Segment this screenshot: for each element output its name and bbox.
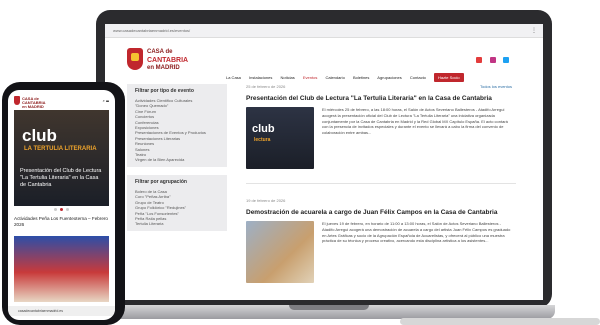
device-shadow <box>400 318 600 325</box>
slider-dots <box>14 208 109 212</box>
main-nav: La Casa Instalaciones Noticias Eventos C… <box>226 73 464 82</box>
mobile-post-title[interactable]: Actividades Peña Los Fuenteoterna – Febr… <box>14 216 109 228</box>
thumb-text: club <box>252 123 275 135</box>
twitter-icon[interactable] <box>503 57 509 63</box>
crest-icon <box>14 96 20 105</box>
logo-line2: CANTABRIA <box>147 57 189 64</box>
site-logo[interactable]: CASA de CANTABRIA en MADRID <box>127 48 188 76</box>
nav-item-noticias[interactable]: Noticias <box>281 75 295 80</box>
logo-line1: CASA de <box>147 49 173 55</box>
search-icon[interactable]: ⌕ <box>103 98 105 103</box>
social-links <box>473 50 509 68</box>
filter-item[interactable]: Tertulia Literaria <box>135 221 221 226</box>
slider-dot[interactable] <box>66 208 69 211</box>
filter-panel-title: Filtrar por tipo de evento <box>135 88 194 94</box>
slider-dot-active[interactable] <box>60 208 63 211</box>
join-button[interactable]: Hazte Socio <box>434 73 464 82</box>
hero-caption[interactable]: Presentación del Club de Lectura "La Ter… <box>20 168 106 189</box>
mobile-post-photo[interactable] <box>14 236 109 302</box>
crest-icon <box>127 48 143 70</box>
event-excerpt: El jueves 19 de febrero, en horario de 1… <box>322 221 511 244</box>
nav-item-agrupaciones[interactable]: Agrupaciones <box>377 75 401 80</box>
mobile-url-text: casadecantabriaenmadrid.es <box>18 309 63 313</box>
event-thumbnail[interactable] <box>246 221 314 283</box>
url-text: www.casadecantabriaenmadrid.es/eventos/ <box>113 28 191 33</box>
logo-line3: en MADRID <box>147 65 180 71</box>
event-card: 19 de febrero de 2026 Demostración de ac… <box>246 198 516 289</box>
filter-panel-group: Filtrar por agrupación Bolero de la Casa… <box>127 174 227 231</box>
laptop-notch <box>289 305 369 310</box>
all-events-link[interactable]: Todos los eventos <box>480 84 512 89</box>
sidebar: Filtrar por tipo de evento Actividades C… <box>127 84 227 239</box>
instagram-icon[interactable] <box>489 57 496 63</box>
event-excerpt: El miércoles 25 de febrero, a las 18:00 … <box>322 107 508 136</box>
hero-small-text: LA TERTULIA LITERARIA <box>24 146 97 152</box>
event-title[interactable]: Presentación del Club de Lectura "La Ter… <box>246 95 516 102</box>
thumb-subtext: lectura <box>254 137 271 143</box>
nav-item-instalaciones[interactable]: Instalaciones <box>249 75 272 80</box>
filter-item[interactable]: Virgen de la Bien Aparecida <box>135 157 221 162</box>
event-date: 25 de febrero de 2026 <box>246 84 286 89</box>
youtube-icon[interactable] <box>476 57 483 63</box>
divider <box>246 183 516 184</box>
event-list: Todos los eventos 25 de febrero de 2026 … <box>246 84 516 289</box>
event-date: 19 de febrero de 2026 <box>246 198 286 203</box>
mobile-logo-text: CASA de CANTABRIA en MADRID <box>22 97 45 109</box>
logo-line3: en MADRID <box>22 104 44 109</box>
nav-item-contacto[interactable]: Contacto <box>410 75 426 80</box>
laptop-screen: www.casadecantabriaenmadrid.es/eventos/ … <box>105 24 543 300</box>
site-header: CASA de CANTABRIA en MADRID La Casa Inst… <box>105 38 543 84</box>
slider-dot[interactable] <box>54 208 57 211</box>
mobile-hero-slider[interactable]: club LA TERTULIA LITERARIA Presentación … <box>14 110 109 206</box>
nav-item-la-casa[interactable]: La Casa <box>226 75 241 80</box>
menu-icon[interactable]: ⋮ <box>531 27 537 34</box>
filter-panel-type: Filtrar por tipo de evento Actividades C… <box>127 84 227 167</box>
hamburger-menu-icon[interactable]: ☰ <box>106 98 109 103</box>
mobile-url-bar[interactable]: casadecantabriaenmadrid.es <box>8 306 115 316</box>
nav-item-eventos[interactable]: Eventos <box>303 75 317 80</box>
filter-panel-title: Filtrar por agrupación <box>135 178 187 185</box>
event-card: 25 de febrero de 2026 Presentación del C… <box>246 84 516 175</box>
mobile-site-logo[interactable]: CASA de CANTABRIA en MADRID <box>14 96 45 109</box>
hero-big-text: club <box>22 126 57 145</box>
mobile-header-icons: ⌕ ☰ <box>103 98 109 103</box>
browser-address-bar[interactable]: www.casadecantabriaenmadrid.es/eventos/ … <box>105 24 543 38</box>
phone-screen: CASA de CANTABRIA en MADRID ⌕ ☰ club LA … <box>8 90 115 320</box>
nav-item-boletines[interactable]: Boletines <box>353 75 369 80</box>
event-thumbnail[interactable]: club lectura <box>246 107 314 169</box>
event-title[interactable]: Demostración de acuarela a cargo de Juan… <box>246 209 516 216</box>
nav-item-calendario[interactable]: Calendario <box>325 75 344 80</box>
